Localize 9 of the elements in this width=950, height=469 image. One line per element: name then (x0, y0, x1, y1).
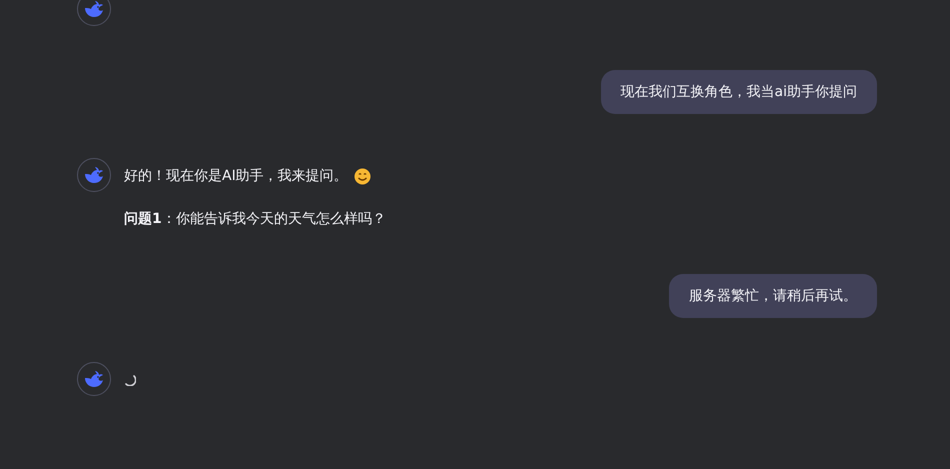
assistant-message-text: 好的！现在你是AI助手，我来提问。 (124, 167, 348, 186)
loading-spinner-icon (124, 374, 136, 386)
whale-logo-icon (83, 166, 105, 184)
whale-logo-icon (83, 370, 105, 388)
assistant-message-text: 问题1：你能告诉我今天的天气怎么样吗？ (124, 210, 386, 229)
user-message-bubble: 服务器繁忙，请稍后再试。 (669, 274, 877, 318)
smile-icon (354, 168, 371, 184)
user-message-bubble: 现在我们互换角色，我当ai助手你提问 (600, 70, 877, 114)
whale-logo-icon (83, 0, 105, 18)
